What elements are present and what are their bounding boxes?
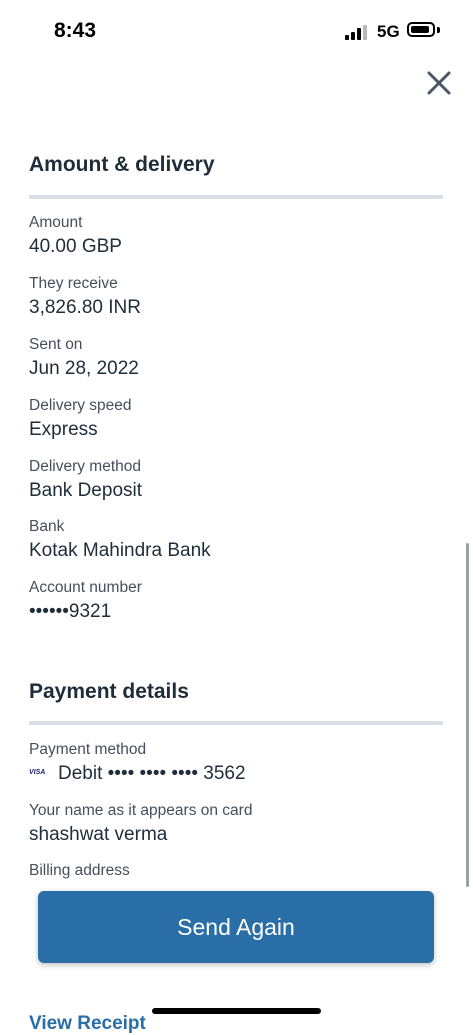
- account-number-label: Account number: [29, 579, 142, 596]
- close-button[interactable]: [424, 68, 454, 98]
- section-divider: [29, 195, 443, 199]
- they-receive-value: 3,826.80 INR: [29, 297, 141, 318]
- section-divider: [29, 721, 443, 725]
- status-time: 8:43: [54, 19, 97, 42]
- send-again-button[interactable]: Send Again: [38, 891, 434, 963]
- bank-value: Kotak Mahindra Bank: [29, 540, 211, 561]
- network-label: 5G: [377, 22, 400, 41]
- payment-method-label: Payment method: [29, 741, 147, 758]
- account-number-value: ••••••9321: [29, 601, 112, 622]
- sent-on-value: Jun 28, 2022: [29, 358, 139, 379]
- delivery-method-label: Delivery method: [29, 458, 141, 475]
- bank-label: Bank: [29, 518, 65, 535]
- view-receipt-link[interactable]: View Receipt: [29, 1013, 146, 1035]
- they-receive-label: They receive: [29, 275, 118, 292]
- payment-method-value: Debit •••• •••• •••• 3562: [58, 763, 246, 784]
- amount-label: Amount: [29, 214, 83, 231]
- payment-details-title: Payment details: [29, 680, 189, 703]
- amount-delivery-title: Amount & delivery: [29, 153, 215, 176]
- delivery-speed-value: Express: [29, 419, 98, 440]
- close-icon: [427, 71, 451, 95]
- scrollbar[interactable]: [466, 543, 469, 887]
- battery-icon: [407, 22, 435, 37]
- home-indicator[interactable]: [152, 1008, 321, 1014]
- visa-icon: VISA: [29, 769, 46, 776]
- amount-value: 40.00 GBP: [29, 236, 122, 257]
- card-name-value: shashwat verma: [29, 824, 168, 845]
- signal-icon: [345, 24, 369, 40]
- billing-address-label: Billing address: [29, 862, 130, 879]
- delivery-speed-label: Delivery speed: [29, 397, 132, 414]
- sent-on-label: Sent on: [29, 336, 83, 353]
- status-bar: 8:43 5G: [0, 0, 473, 64]
- delivery-method-value: Bank Deposit: [29, 480, 143, 501]
- card-name-label: Your name as it appears on card: [29, 802, 253, 819]
- battery-tip: [437, 27, 440, 33]
